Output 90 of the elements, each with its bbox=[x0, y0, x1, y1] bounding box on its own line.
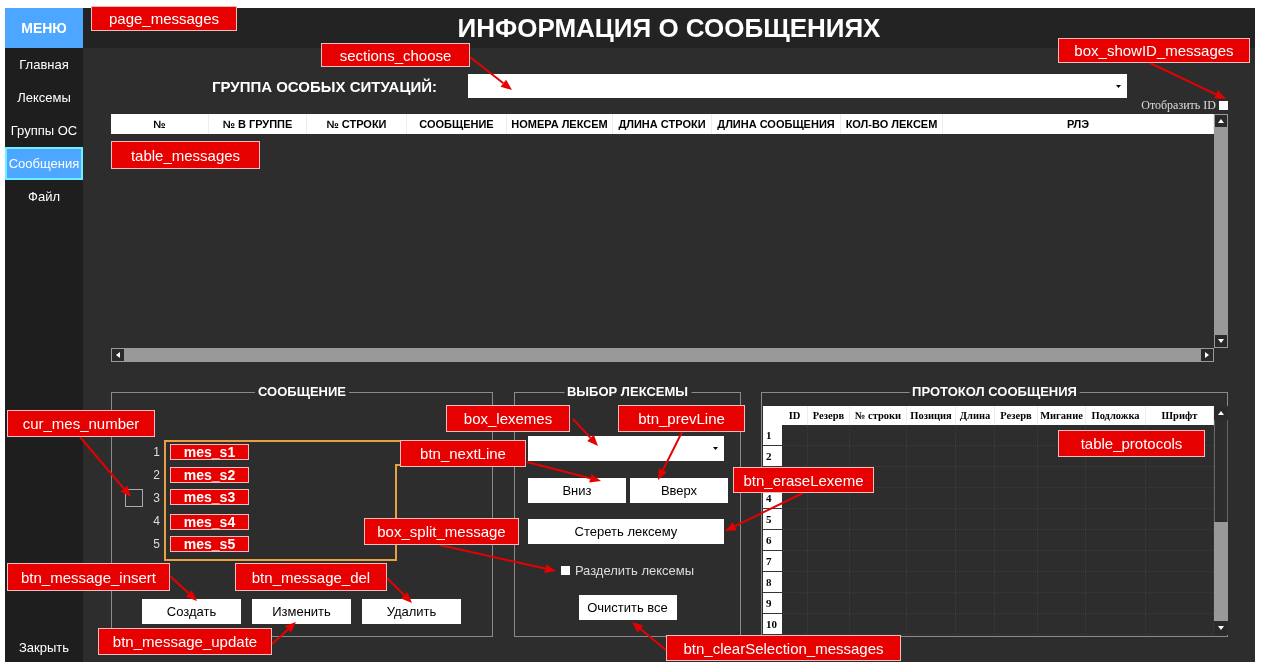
column-header[interactable]: Длина bbox=[956, 406, 995, 425]
callout-label: cur_mes_number bbox=[7, 410, 155, 437]
sidebar-item[interactable]: Файл bbox=[5, 180, 83, 213]
group-title: ВЫБОР ЛЕКСЕМЫ bbox=[564, 384, 691, 399]
callout-label: page_messages bbox=[91, 6, 237, 31]
nav-button[interactable]: Вверх bbox=[630, 478, 728, 503]
callout-label: mes_s2 bbox=[170, 467, 249, 483]
callout-arrow bbox=[169, 575, 197, 601]
row-header: 5 bbox=[763, 509, 782, 529]
dropdown-caret-icon bbox=[713, 447, 718, 450]
show-id-checkbox[interactable] bbox=[1219, 100, 1228, 110]
column-header[interactable]: НОМЕРА ЛЕКСЕМ bbox=[507, 114, 613, 134]
callout-label: mes_s1 bbox=[170, 444, 249, 460]
row-header: 1 bbox=[763, 425, 782, 445]
erase-button[interactable]: Стереть лексему bbox=[528, 519, 724, 544]
column-header[interactable]: Мигание bbox=[1038, 406, 1086, 425]
show-id-label: Отобразить ID bbox=[1141, 97, 1216, 113]
callout-arrow bbox=[271, 622, 296, 645]
line-number: 5 bbox=[152, 536, 160, 551]
column-header[interactable]: № В ГРУППЕ bbox=[209, 114, 307, 134]
dropdown-caret-icon bbox=[1116, 84, 1121, 88]
column-header[interactable]: № bbox=[111, 114, 209, 134]
line-number: 4 bbox=[152, 513, 160, 528]
column-header[interactable]: ID bbox=[782, 406, 808, 425]
row-header: 10 bbox=[763, 614, 782, 634]
action-button[interactable]: Создать bbox=[142, 599, 241, 624]
sidebar-item[interactable]: Лексемы bbox=[5, 81, 83, 114]
callout-label: btn_nextLine bbox=[400, 440, 526, 467]
column-header[interactable]: № строки bbox=[850, 406, 907, 425]
callout-arrow bbox=[469, 56, 512, 90]
column-header[interactable]: Подложка bbox=[1086, 406, 1146, 425]
sidebar-item[interactable]: Группы ОС bbox=[5, 114, 83, 147]
callout-label: table_messages bbox=[111, 141, 260, 169]
column-header[interactable]: ДЛИНА СТРОКИ bbox=[613, 114, 712, 134]
callout-label: mes_s3 bbox=[170, 489, 249, 505]
action-button[interactable]: Изменить bbox=[252, 599, 351, 624]
group-title: ПРОТОКОЛ СООБЩЕНИЯ bbox=[909, 384, 1080, 399]
row-header: 7 bbox=[763, 551, 782, 571]
action-button[interactable]: Удалить bbox=[362, 599, 461, 624]
page-title: ИНФОРМАЦИЯ О СООБЩЕНИЯХ bbox=[457, 12, 881, 44]
line-number: 1 bbox=[152, 444, 160, 459]
callout-label: box_lexemes bbox=[446, 405, 570, 432]
scroll-right-icon[interactable] bbox=[1200, 348, 1214, 362]
callout-label: table_protocols bbox=[1058, 430, 1205, 457]
callout-label: mes_s5 bbox=[170, 536, 249, 552]
column-header[interactable]: Шрифт bbox=[1146, 406, 1214, 425]
callout-label: box_split_message bbox=[364, 518, 519, 545]
group-title: СООБЩЕНИЕ bbox=[255, 384, 349, 399]
callout-label: btn_prevLine bbox=[618, 405, 745, 432]
callout-label: btn_message_insert bbox=[7, 563, 170, 591]
callout-label: btn_message_del bbox=[235, 563, 387, 591]
column-header[interactable]: № СТРОКИ bbox=[307, 114, 407, 134]
vertical-scrollbar[interactable] bbox=[1214, 406, 1228, 635]
callout-label: btn_message_update bbox=[98, 628, 272, 655]
callout-arrow bbox=[572, 418, 598, 446]
callout-arrow bbox=[386, 577, 412, 603]
callout-arrow bbox=[658, 431, 683, 480]
callout-label: mes_s4 bbox=[170, 514, 249, 530]
line-number: 3 bbox=[152, 490, 160, 505]
row-header: 6 bbox=[763, 530, 782, 550]
callout-arrow bbox=[79, 436, 131, 497]
vertical-scrollbar[interactable] bbox=[1214, 114, 1228, 348]
menu-header: МЕНЮ bbox=[5, 8, 83, 48]
callout-label: sections_choose bbox=[321, 43, 470, 67]
scroll-down-icon[interactable] bbox=[1214, 334, 1228, 348]
horizontal-scrollbar[interactable] bbox=[111, 348, 1214, 362]
group-label: ГРУППА ОСОБЫХ СИТУАЦИЙ: bbox=[212, 77, 438, 95]
row-header: 8 bbox=[763, 572, 782, 592]
column-header[interactable]: КОЛ-ВО ЛЕКСЕМ bbox=[841, 114, 943, 134]
split-checkbox[interactable] bbox=[560, 565, 570, 575]
column-header[interactable]: Позиция bbox=[907, 406, 956, 425]
sidebar-item[interactable]: Главная bbox=[5, 48, 83, 81]
callout-label: btn_eraseLexeme bbox=[733, 467, 874, 493]
row-header: 9 bbox=[763, 593, 782, 613]
scroll-left-icon[interactable] bbox=[111, 348, 125, 362]
scroll-up-icon[interactable] bbox=[1214, 114, 1228, 128]
row-header: 2 bbox=[763, 446, 782, 466]
clear-button[interactable]: Очистить все bbox=[578, 595, 677, 620]
lexeme-dropdown[interactable] bbox=[528, 436, 724, 461]
callout-label: btn_clearSelection_messages bbox=[666, 635, 901, 661]
column-header[interactable]: ДЛИНА СООБЩЕНИЯ bbox=[712, 114, 841, 134]
callout-arrow bbox=[632, 622, 667, 651]
column-header[interactable]: Резерв bbox=[808, 406, 850, 425]
nav-button[interactable]: Вниз bbox=[528, 478, 626, 503]
callout-label: box_showID_messages bbox=[1058, 38, 1250, 63]
split-label: Разделить лексемы bbox=[574, 562, 695, 578]
close-item[interactable]: Закрыть bbox=[5, 632, 83, 662]
column-header[interactable]: СООБЩЕНИЕ bbox=[407, 114, 507, 134]
line-number: 2 bbox=[152, 467, 160, 482]
column-header[interactable]: Резерв bbox=[995, 406, 1038, 425]
